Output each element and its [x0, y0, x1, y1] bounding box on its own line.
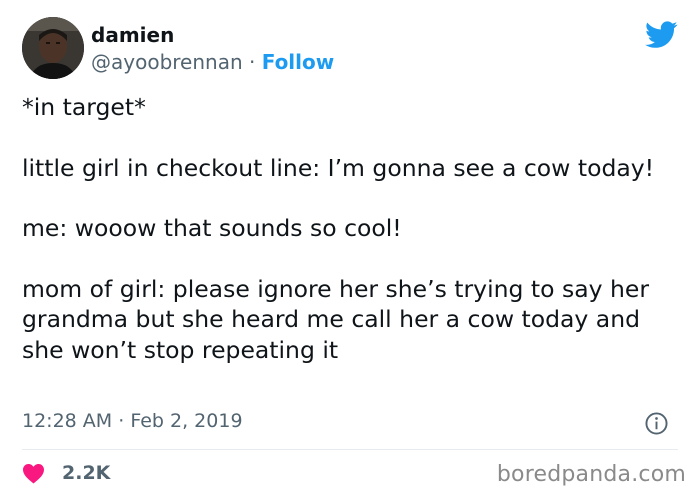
- tweet-time: 12:28 AM: [22, 410, 113, 432]
- tweet-text: *in target* little girl in checkout line…: [22, 92, 682, 365]
- tweet-paragraph: me: wooow that sounds so cool!: [22, 214, 402, 242]
- like-button[interactable]: 2.2K: [22, 458, 110, 488]
- info-icon[interactable]: [645, 412, 668, 435]
- avatar-image: [22, 17, 84, 79]
- tweet-card: damien @ayoobrennan · Follow *in target*…: [0, 0, 700, 502]
- handle-separator: ·: [249, 50, 256, 74]
- tweet-paragraph: little girl in checkout line: I’m gonna …: [22, 153, 655, 182]
- divider: [22, 449, 678, 450]
- author-display-name[interactable]: damien: [91, 23, 174, 47]
- author-handle-row: @ayoobrennan · Follow: [91, 50, 334, 74]
- tweet-paragraph: *in target*: [22, 93, 146, 121]
- heart-icon: [23, 463, 44, 484]
- timestamp-separator: ·: [118, 410, 125, 432]
- follow-button[interactable]: Follow: [262, 50, 335, 74]
- avatar[interactable]: [22, 17, 84, 79]
- tweet-header: damien @ayoobrennan · Follow: [22, 17, 678, 81]
- watermark: boredpanda.com: [496, 462, 686, 487]
- tweet-paragraph: mom of girl: please ignore her she’s try…: [22, 274, 649, 364]
- tweet-timestamp[interactable]: 12:28 AM · Feb 2, 2019: [22, 410, 243, 432]
- author-handle[interactable]: @ayoobrennan: [91, 50, 243, 74]
- tweet-date: Feb 2, 2019: [130, 410, 243, 432]
- like-count: 2.2K: [62, 462, 111, 484]
- twitter-bird-icon[interactable]: [645, 21, 678, 49]
